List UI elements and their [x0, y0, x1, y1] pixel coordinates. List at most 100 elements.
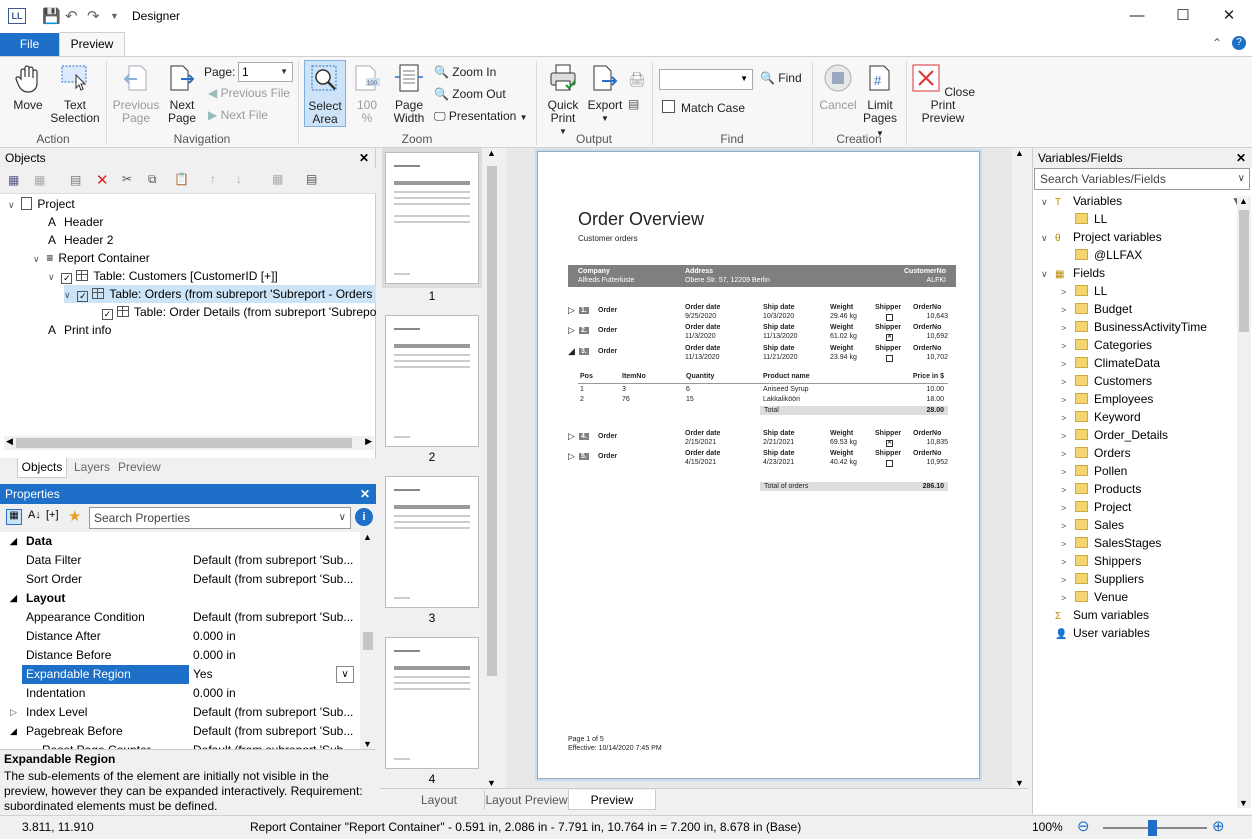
layers-icon[interactable]: ▤: [306, 172, 317, 186]
prop-category-layout[interactable]: ◢ Layout: [0, 589, 358, 608]
tab-file[interactable]: File: [0, 33, 59, 56]
maximize-button[interactable]: ☐: [1160, 4, 1206, 28]
var-tree-item[interactable]: > Project: [1061, 498, 1131, 516]
order-row[interactable]: ▷ 1. Order Order date 9/25/2020 Ship date…: [568, 304, 958, 324]
undo-icon[interactable]: ↶: [65, 7, 78, 25]
move-up-icon[interactable]: ↑: [210, 172, 216, 186]
presentation-button[interactable]: 🖵 Presentation ▼: [434, 109, 528, 124]
objects-hscrollbar[interactable]: ◀ ▶: [4, 436, 374, 450]
order-row-expanded[interactable]: ◢ 3. Order Order date 11/13/2020 Ship dat…: [568, 345, 958, 365]
sort-alpha-icon[interactable]: A↓: [28, 509, 41, 521]
var-tree-item[interactable]: ∨ T Variables: [1041, 192, 1122, 210]
search-variables-input[interactable]: Search Variables/Fields ∨: [1034, 168, 1250, 190]
prop-category-data[interactable]: ◢ Data: [0, 532, 358, 551]
cancel-button[interactable]: Cancel: [816, 63, 860, 112]
insert-icon[interactable]: ▦: [8, 173, 19, 187]
tab-layout[interactable]: Layout: [384, 790, 494, 810]
tab-view-preview[interactable]: Preview: [568, 790, 656, 810]
tab-objects[interactable]: Objects: [17, 458, 67, 478]
var-tree-item[interactable]: > Suppliers: [1061, 570, 1144, 588]
select-area-button[interactable]: Select Area: [304, 60, 346, 127]
zoom-100-button[interactable]: 100 100 %: [350, 63, 384, 125]
tab-objects-preview[interactable]: Preview: [118, 460, 161, 474]
zoom-in-button[interactable]: 🔍 Zoom In: [434, 65, 496, 79]
prop-row-expandable-region[interactable]: Expandable Region Yes ∨: [0, 665, 358, 684]
variables-vscrollbar[interactable]: ▲ ▼: [1237, 196, 1251, 808]
minimize-button[interactable]: —: [1114, 4, 1160, 28]
tree-item-print-info[interactable]: A Print info: [48, 321, 111, 339]
var-tree-item[interactable]: > Keyword: [1061, 408, 1141, 426]
order-row[interactable]: ▷ 5. Order Order date 4/15/2021 Ship date…: [568, 450, 958, 470]
page-thumbnail[interactable]: [385, 637, 479, 769]
find-combobox[interactable]: ▼: [659, 69, 753, 90]
paste-icon[interactable]: 📋: [174, 172, 189, 186]
group-icon[interactable]: ▦: [272, 172, 283, 186]
properties-icon[interactable]: ▤: [70, 173, 81, 187]
var-tree-item[interactable]: > Shippers: [1061, 552, 1141, 570]
var-tree-item[interactable]: > SalesStages: [1061, 534, 1161, 552]
delete-icon[interactable]: ✕: [96, 171, 109, 189]
prop-row-reset-page-counter[interactable]: Reset Page CounterDefault (from subrepor…: [0, 741, 358, 749]
var-tree-item[interactable]: > Products: [1061, 480, 1141, 498]
var-tree-item[interactable]: @LLFAX: [1061, 246, 1142, 264]
close-panel-icon[interactable]: ✕: [359, 148, 369, 168]
close-button[interactable]: ✕: [1206, 4, 1252, 28]
customize-quick-access-icon[interactable]: ▼: [110, 11, 119, 21]
cut-icon[interactable]: ✂: [122, 172, 132, 186]
expand-all-icon[interactable]: [+]: [46, 509, 59, 521]
copy-icon[interactable]: ⧉: [148, 172, 157, 187]
favorites-icon[interactable]: ★: [68, 507, 81, 525]
find-button[interactable]: 🔍 Find: [760, 71, 802, 85]
close-print-preview-button[interactable]: Close Print Preview: [910, 63, 976, 125]
var-tree-item[interactable]: ∨ θ Project variables: [1041, 228, 1162, 246]
prop-row-distance-before[interactable]: Distance Before 0.000 in: [0, 646, 358, 665]
move-down-icon[interactable]: ↓: [236, 172, 242, 186]
help-icon[interactable]: ?: [1232, 36, 1246, 50]
var-tree-item[interactable]: > Pollen: [1061, 462, 1127, 480]
print-icon[interactable]: 🖨: [628, 71, 646, 88]
var-tree-item[interactable]: > Order_Details: [1061, 426, 1168, 444]
search-properties-input[interactable]: Search Properties ∨: [89, 507, 351, 529]
limit-pages-button[interactable]: # Limit Pages ▼: [860, 63, 900, 140]
save-icon[interactable]: 💾: [42, 7, 61, 25]
page-thumbnail[interactable]: [385, 152, 479, 284]
order-row[interactable]: ▷ 4. Order Order date 2/15/2021 Ship date…: [568, 430, 958, 450]
prop-row-index-level[interactable]: ▷ Index Level Default (from subreport 'Sub…: [0, 703, 358, 722]
collapse-ribbon-icon[interactable]: ⌃: [1212, 36, 1222, 50]
text-selection-button[interactable]: Text Selection: [50, 63, 100, 125]
tab-layers[interactable]: Layers: [74, 460, 110, 474]
info-icon[interactable]: i: [355, 508, 373, 526]
previous-page-button[interactable]: Previous Page: [112, 63, 160, 125]
var-tree-item[interactable]: > Orders: [1061, 444, 1131, 462]
categorized-icon[interactable]: ▦: [6, 509, 22, 525]
var-tree-item[interactable]: > Customers: [1061, 372, 1152, 390]
next-page-button[interactable]: Next Page: [160, 63, 204, 125]
next-file-button[interactable]: ▶ Next File: [208, 108, 268, 122]
previous-file-button[interactable]: ◀ Previous File: [208, 86, 290, 100]
close-panel-icon[interactable]: ✕: [360, 484, 370, 504]
zoom-out-button[interactable]: 🔍 Zoom Out: [434, 87, 506, 101]
var-tree-item[interactable]: > Categories: [1061, 336, 1152, 354]
tree-item-report-container[interactable]: ∨ ≡ Report Container: [33, 249, 150, 267]
redo-icon[interactable]: ↷: [87, 7, 100, 25]
tree-item-header-2[interactable]: A Header 2: [48, 231, 113, 249]
tree-item-table-orders[interactable]: ∨ ✓ Table: Orders (from subreport 'Subrep…: [64, 285, 376, 303]
chevron-down-icon[interactable]: ∨: [336, 666, 354, 683]
match-case-checkbox[interactable]: Match Case: [662, 100, 745, 115]
var-tree-item[interactable]: > Employees: [1061, 390, 1153, 408]
page-thumbnail[interactable]: [385, 315, 479, 447]
prop-row-pagebreak-before[interactable]: ◢ Pagebreak Before Default (from subreport…: [0, 722, 358, 741]
page-width-button[interactable]: Page Width: [388, 63, 430, 125]
var-tree-item[interactable]: > Sales: [1061, 516, 1124, 534]
var-tree-item[interactable]: ∨ ▦ Fields: [1041, 264, 1105, 282]
quick-print-button[interactable]: Quick Print ▼: [542, 63, 584, 138]
prop-row-distance-after[interactable]: Distance After 0.000 in: [0, 627, 358, 646]
var-tree-item[interactable]: > LL: [1061, 282, 1107, 300]
page-thumbnail[interactable]: [385, 476, 479, 608]
send-icon[interactable]: ▤: [628, 97, 639, 111]
zoom-slider-thumb[interactable]: [1148, 820, 1157, 836]
var-tree-item[interactable]: Σ Sum variables: [1041, 606, 1149, 624]
close-panel-icon[interactable]: ✕: [1236, 148, 1246, 168]
prop-row-data-filter[interactable]: Data Filter Default (from subreport 'Sub.…: [0, 551, 358, 570]
var-tree-item[interactable]: > Venue: [1061, 588, 1128, 606]
